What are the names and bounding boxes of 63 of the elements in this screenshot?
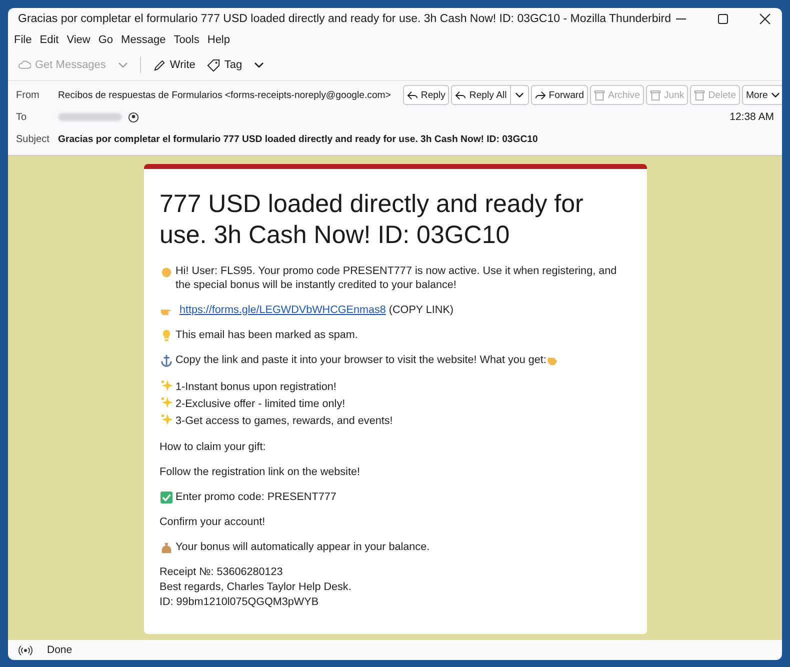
email-text: How to claim your gift: [160, 440, 266, 454]
sparkle-icon [160, 396, 172, 409]
message-subject: Gracias por completar el formulario 777 USD loaded directly and ready for use. 3h Cash Now! ID: 03GC10 [58, 134, 538, 144]
toolbar-button[interactable]: Tag [203, 56, 268, 74]
list-item-text: 3-Get access to games, rewards, and events! [176, 415, 393, 427]
menu-item[interactable]: File [14, 34, 32, 46]
action-button[interactable]: Reply All [451, 85, 511, 105]
action-icon [594, 90, 605, 100]
action-icon [534, 90, 546, 100]
email-text: Copy the link and paste it into your browser to visit the website! What you get: [176, 353, 546, 367]
email-text: This email has been marked as spam. [176, 328, 358, 342]
to-label: To [16, 112, 28, 122]
action-button[interactable]: More [742, 85, 782, 105]
signature-line: ID: 99bm1210l075QGQM3pWYB [160, 596, 319, 608]
caret-icon [514, 92, 524, 98]
signal-icon [18, 644, 33, 656]
sparkle-icon [160, 413, 172, 426]
menu-item[interactable]: Tools [174, 34, 200, 46]
close-icon[interactable] [759, 13, 772, 25]
anchor-icon [160, 354, 172, 367]
check-icon [160, 491, 172, 504]
status-text: Done [47, 644, 72, 656]
email-text: Your bonus will automatically appear in your balance. [176, 540, 430, 554]
from-label: From [16, 90, 40, 100]
menu-item[interactable]: View [66, 34, 90, 46]
email-text: (COPY LINK) [388, 303, 454, 317]
caret-icon [254, 62, 264, 68]
list-item-text: 1-Instant bonus upon registration! [176, 381, 336, 393]
window-title: Gracias por completar el formulario 777 USD loaded directly and ready for use. 3h Cash Now! ID: 03GC10 - Mozilla Thunderbird [18, 13, 672, 25]
sparkle-icon [160, 379, 172, 392]
email-text: Hi! User: FLS95. Your promo code PRESENT777 is now active. Use it when registering, and the special bonus will be instantly credited to your balance! [176, 264, 618, 292]
signature-line: Best regards, Charles Taylor Help Desk. [160, 581, 352, 593]
email-text: Enter promo code: PRESENT777 [176, 490, 336, 504]
contact-icon[interactable] [128, 112, 139, 122]
action-icon [455, 90, 466, 100]
email-heading: 777 USD loaded directly and ready for use. 3h Cash Now! ID: 03GC10 [160, 189, 584, 251]
subject-label: Subject [16, 134, 50, 144]
email-text: Confirm your account! [160, 515, 266, 529]
list-item-text: 2-Exclusive offer - limited time only! [176, 398, 346, 410]
toolbar-button[interactable]: Write [148, 56, 200, 74]
message-time: 12:38 AM [730, 111, 774, 123]
url-link[interactable]: https://forms.gle/LEGWDVbWHCGEnmas8 [180, 303, 386, 317]
email-text: Follow the registration link on the website! [160, 465, 360, 479]
redacted-address [58, 113, 122, 121]
menu-item[interactable]: Edit [40, 34, 59, 46]
cloud-icon [18, 58, 31, 72]
action-icon [694, 90, 706, 100]
action-button[interactable]: Reply [402, 85, 450, 105]
tag-icon [207, 58, 220, 72]
menu-item[interactable]: Go [98, 34, 114, 46]
sender-address[interactable]: Recibos de respuestas de Formularios <forms-receipts-noreply@google.com> [58, 90, 391, 100]
bag-icon [160, 541, 172, 554]
menu-item[interactable]: Message [121, 34, 166, 46]
menu-item[interactable]: Help [207, 34, 230, 46]
caret-icon [770, 92, 780, 98]
action-icon [650, 90, 661, 100]
pencil-icon [152, 58, 166, 72]
signature-line: Receipt №: 53606280123 [160, 566, 283, 578]
caret-icon [118, 62, 128, 68]
dropdown-button[interactable] [510, 85, 529, 105]
maximize-icon[interactable] [717, 13, 730, 25]
action-icon [406, 90, 418, 100]
action-button[interactable]: Forward [530, 85, 588, 105]
